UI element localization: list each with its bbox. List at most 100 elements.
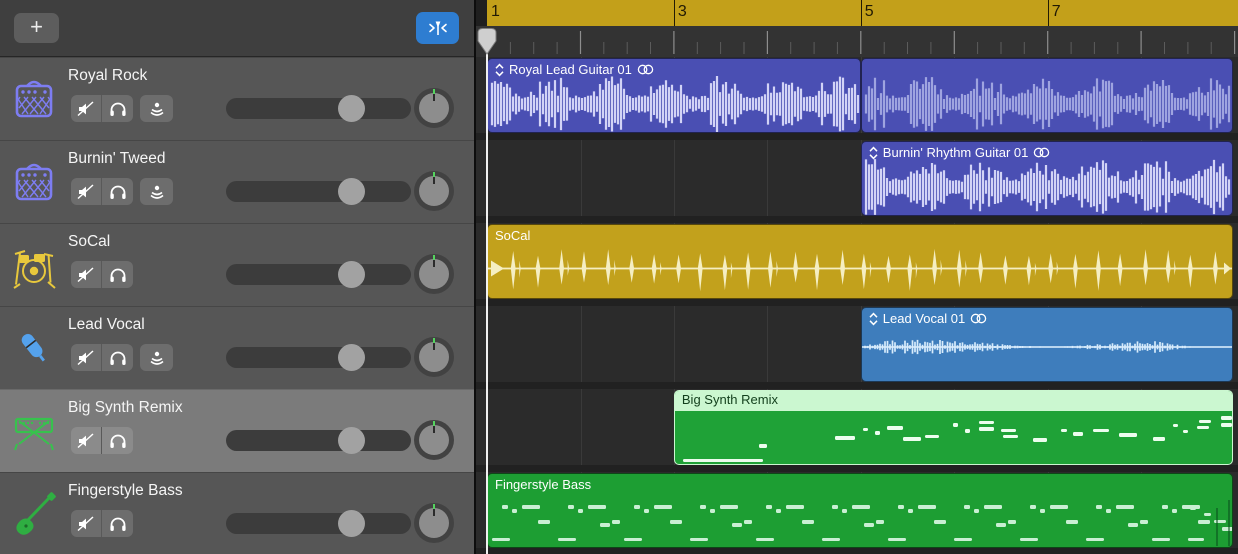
solo-button[interactable] — [102, 178, 133, 205]
midi-note — [776, 509, 781, 513]
pan-knob[interactable] — [414, 254, 454, 294]
volume-slider[interactable] — [226, 181, 411, 202]
stereo-icon — [970, 313, 987, 324]
ruler-corner — [476, 0, 487, 26]
midi-note — [1199, 420, 1211, 424]
track-lane[interactable]: Fingerstyle Bass — [476, 472, 1238, 554]
midi-note — [1050, 505, 1068, 509]
track-name: Burnin' Tweed — [68, 150, 165, 168]
bar-number-label: 3 — [678, 3, 687, 21]
track-header-panel: + Royal Rock — [0, 0, 474, 554]
volume-slider[interactable] — [226, 264, 411, 285]
volume-slider-thumb[interactable] — [338, 178, 365, 205]
midi-note — [898, 505, 904, 509]
solo-button[interactable] — [102, 510, 133, 537]
midi-note — [786, 505, 804, 509]
midi-note — [1153, 437, 1165, 441]
track-header-toolbar: + — [0, 0, 474, 57]
pan-knob-notch — [433, 94, 435, 101]
mute-icon — [76, 432, 96, 450]
volume-slider-thumb[interactable] — [338, 427, 365, 454]
track-icon — [9, 157, 59, 209]
track-header-row[interactable]: Lead Vocal — [0, 306, 474, 389]
region-royal-lead-guitar-01[interactable]: Royal Lead Guitar 01 — [487, 58, 861, 133]
pan-knob[interactable] — [414, 88, 454, 128]
synth-icon — [10, 407, 58, 457]
track-icon — [9, 323, 59, 375]
lane-separator — [476, 133, 1238, 140]
track-icon — [9, 406, 59, 458]
input-monitoring-button[interactable] — [140, 95, 173, 122]
midi-note — [744, 520, 752, 524]
track-lane[interactable]: Burnin' Rhythm Guitar 01 — [476, 140, 1238, 223]
track-header-row[interactable]: Royal Rock — [0, 57, 474, 140]
volume-slider[interactable] — [226, 513, 411, 534]
playhead-line[interactable] — [486, 48, 488, 554]
midi-note — [863, 428, 868, 432]
region-audio-continuation[interactable] — [861, 58, 1233, 133]
tracks-timeline: 1357 Royal Lead Guitar 01 Burnin' Rhythm… — [476, 0, 1238, 554]
stereo-icon — [637, 64, 654, 75]
midi-note — [1119, 433, 1137, 437]
track-header-row[interactable]: Fingerstyle Bass — [0, 472, 474, 554]
midi-note — [683, 459, 763, 463]
bar-gridline — [767, 140, 768, 216]
midi-note — [1140, 520, 1148, 524]
add-track-button[interactable]: + — [14, 13, 59, 43]
solo-button[interactable] — [102, 261, 133, 288]
track-lane[interactable]: Big Synth Remix — [476, 389, 1238, 472]
beat-ruler[interactable]: 1357 — [476, 0, 1238, 57]
pan-knob[interactable] — [414, 337, 454, 377]
mute-button[interactable] — [71, 427, 102, 454]
input-monitoring-button[interactable] — [140, 344, 173, 371]
solo-button[interactable] — [102, 427, 133, 454]
mute-solo-group — [71, 95, 133, 122]
catch-playhead-button[interactable] — [416, 12, 459, 44]
midi-note — [822, 538, 840, 542]
playhead-handle[interactable] — [476, 27, 498, 55]
track-header-row[interactable]: Big Synth Remix — [0, 389, 474, 472]
pan-knob[interactable] — [414, 171, 454, 211]
mute-button[interactable] — [71, 261, 102, 288]
track-name: Royal Rock — [68, 67, 147, 85]
solo-button[interactable] — [102, 95, 133, 122]
volume-slider-thumb[interactable] — [338, 510, 365, 537]
region-lead-vocal-01[interactable]: Lead Vocal 01 — [861, 307, 1233, 382]
track-lane[interactable]: SoCal — [476, 223, 1238, 306]
track-header-row[interactable]: Burnin' Tweed — [0, 140, 474, 223]
midi-note — [558, 538, 576, 542]
volume-slider[interactable] — [226, 430, 411, 451]
solo-button[interactable] — [102, 344, 133, 371]
midi-note — [759, 444, 767, 448]
track-lane[interactable]: Lead Vocal 01 — [476, 306, 1238, 389]
volume-slider-thumb[interactable] — [338, 261, 365, 288]
mute-button[interactable] — [71, 510, 102, 537]
mute-button[interactable] — [71, 95, 102, 122]
region-fingerstyle-bass[interactable]: Fingerstyle Bass — [487, 473, 1233, 548]
lane-separator — [476, 465, 1238, 472]
input-monitoring-button[interactable] — [140, 178, 173, 205]
region-burnin-rhythm-guitar-01[interactable]: Burnin' Rhythm Guitar 01 — [861, 141, 1233, 216]
input-monitoring-icon — [147, 183, 167, 201]
volume-slider-thumb[interactable] — [338, 95, 365, 122]
cycle-region-bar[interactable]: 1357 — [487, 0, 1238, 26]
volume-slider-thumb[interactable] — [338, 344, 365, 371]
midi-note — [624, 538, 642, 542]
mute-button[interactable] — [71, 178, 102, 205]
pan-knob[interactable] — [414, 503, 454, 543]
region-big-synth-remix[interactable]: Big Synth Remix — [674, 390, 1233, 465]
track-icon — [9, 240, 59, 292]
mute-button[interactable] — [71, 344, 102, 371]
pan-knob-notch — [433, 260, 435, 267]
midi-note — [1030, 505, 1036, 509]
midi-note — [1033, 438, 1047, 442]
track-lane[interactable]: Royal Lead Guitar 01 — [476, 57, 1238, 140]
volume-slider[interactable] — [226, 98, 411, 119]
track-header-row[interactable]: SoCal — [0, 223, 474, 306]
volume-slider[interactable] — [226, 347, 411, 368]
bar-divider-line — [674, 0, 675, 26]
pan-knob[interactable] — [414, 420, 454, 460]
region-socal[interactable]: SoCal — [487, 224, 1233, 299]
midi-note — [1188, 538, 1204, 542]
region-name: Lead Vocal 01 — [883, 311, 965, 326]
